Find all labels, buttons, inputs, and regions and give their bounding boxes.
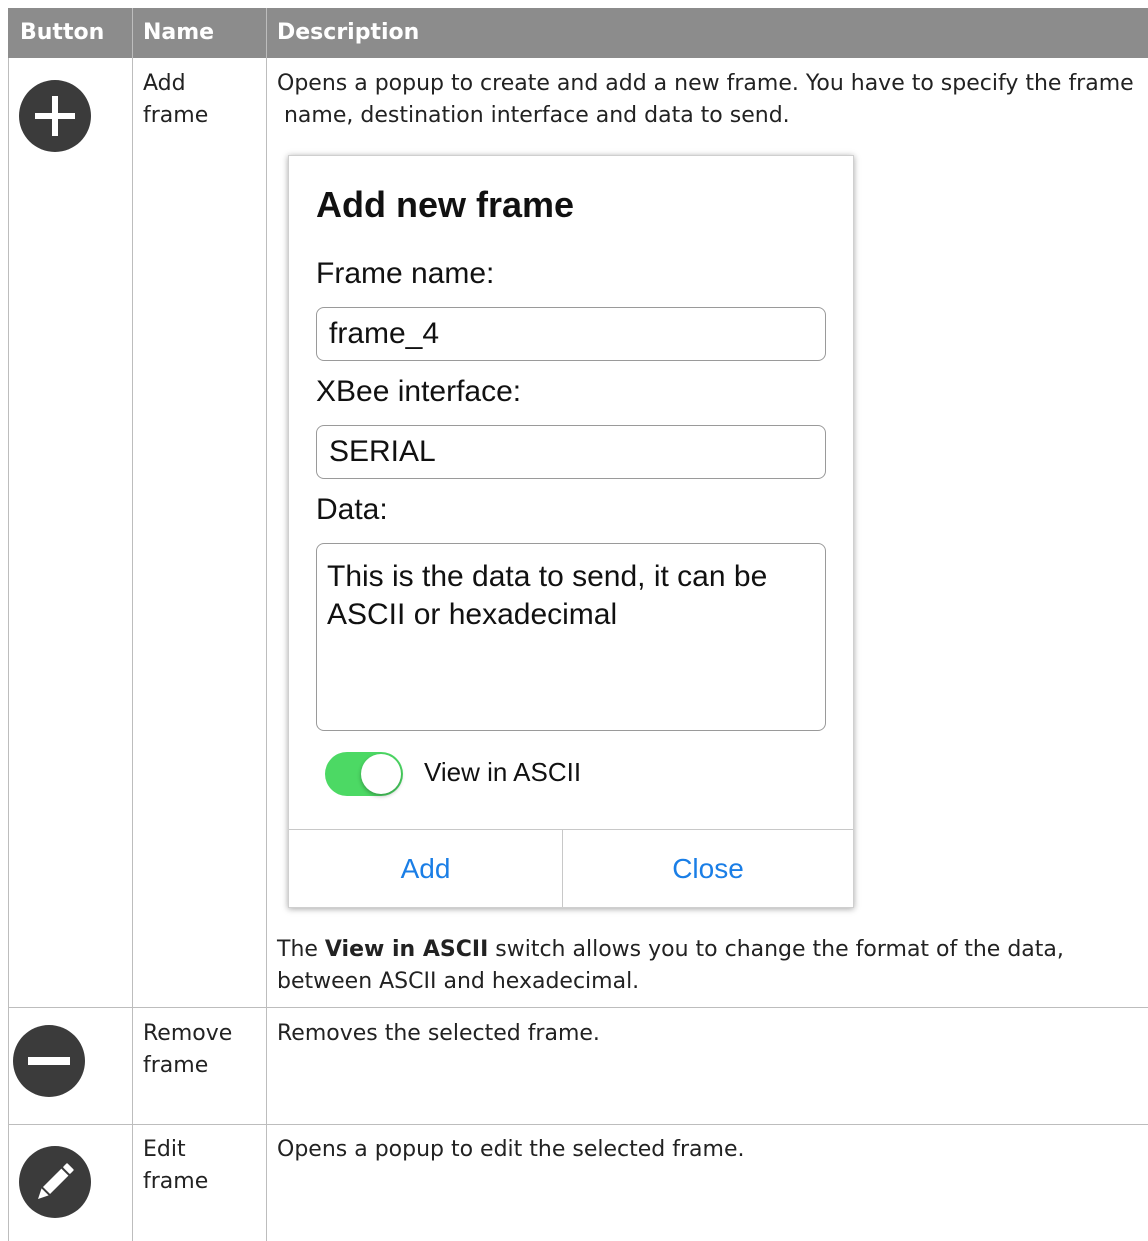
note-text: switch allows you to change the format o… — [488, 937, 1064, 962]
data-text-line: This is the data to send, it can be — [327, 560, 768, 593]
row-name-line: frame — [143, 1053, 209, 1078]
frame-name-label: Frame name: — [316, 257, 495, 290]
view-in-ascii-note: The View in ASCII switch allows you to c… — [277, 934, 1064, 966]
grid-line — [132, 8, 133, 1241]
row-name-line: frame — [143, 103, 209, 128]
row-name-line: Remove — [143, 1021, 233, 1046]
view-in-ascii-label: View in ASCII — [424, 757, 582, 787]
view-in-ascii-toggle[interactable] — [325, 752, 403, 796]
data-label: Data: — [316, 493, 388, 526]
data-text-line: ASCII or hexadecimal — [327, 598, 618, 631]
row-divider — [8, 1124, 1148, 1125]
close-button[interactable]: Close — [563, 830, 853, 907]
data-textarea[interactable]: This is the data to send, it can be ASCI… — [316, 543, 826, 731]
pencil-circle-icon — [19, 1146, 91, 1218]
dialog-title: Add new frame — [316, 184, 575, 225]
xbee-interface-field[interactable]: SERIAL — [316, 425, 826, 479]
header-name: Name — [143, 20, 215, 45]
header-description: Description — [277, 20, 420, 45]
row-description-line: Removes the selected frame. — [277, 1021, 600, 1046]
plus-circle-icon — [19, 80, 91, 152]
row-description-line: Opens a popup to edit the selected frame… — [277, 1137, 745, 1162]
add-new-frame-dialog: Add new frame Frame name: frame_4 XBee i… — [288, 155, 854, 908]
note-bold-text: View in ASCII — [324, 937, 489, 962]
note-text: The — [277, 937, 325, 962]
header-button: Button — [20, 20, 105, 45]
xbee-interface-label: XBee interface: — [316, 375, 522, 408]
row-description-line: Opens a popup to create and add a new fr… — [277, 71, 1134, 96]
minus-circle-icon — [13, 1025, 85, 1097]
row-divider — [8, 1007, 1148, 1008]
grid-line — [266, 8, 267, 1241]
row-name-line: Add — [143, 71, 186, 96]
frame-name-field[interactable]: frame_4 — [316, 307, 826, 361]
add-button[interactable]: Add — [289, 830, 562, 907]
row-description-line: name, destination interface and data to … — [277, 103, 790, 128]
view-in-ascii-note-line2: between ASCII and hexadecimal. — [277, 969, 640, 994]
row-name-line: Edit — [143, 1137, 186, 1162]
row-name-line: frame — [143, 1169, 209, 1194]
toggle-knob — [361, 754, 401, 794]
grid-line — [8, 58, 9, 1241]
